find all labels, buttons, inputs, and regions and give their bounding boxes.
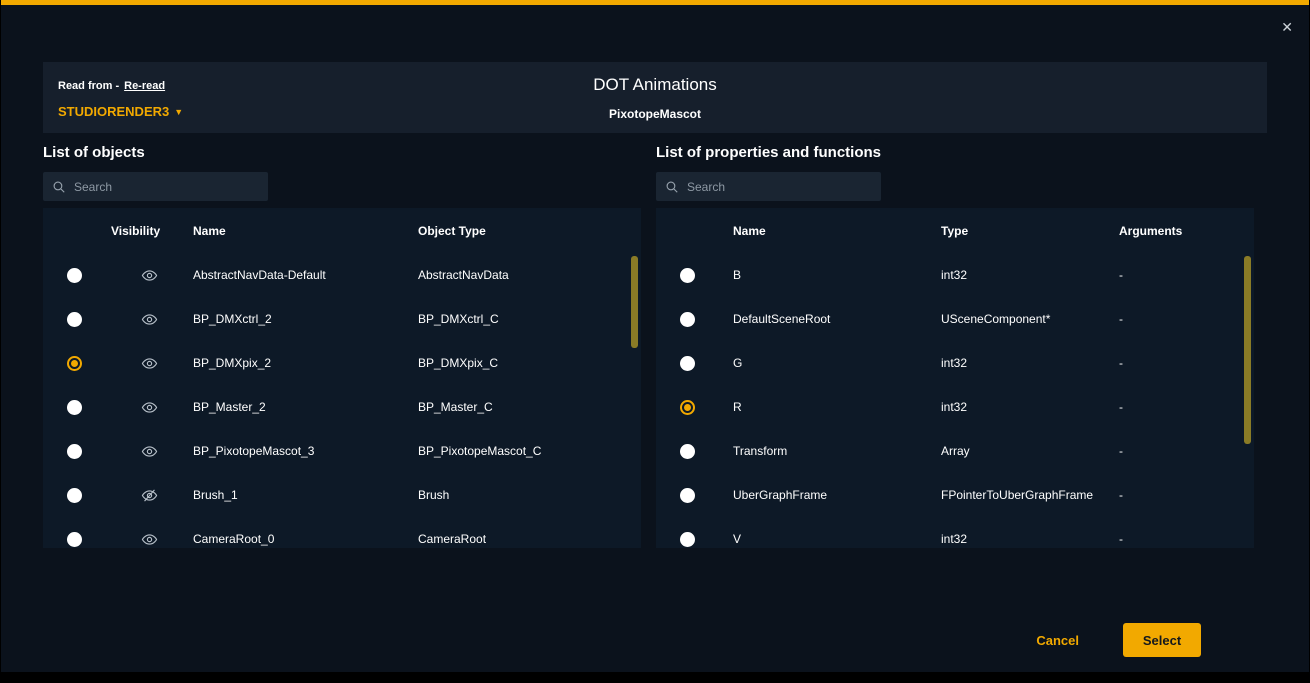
search-icon	[665, 180, 679, 194]
property-name: V	[718, 532, 926, 546]
property-name: G	[718, 356, 926, 370]
cancel-button[interactable]: Cancel	[1036, 633, 1079, 648]
object-name: BP_DMXpix_2	[193, 356, 418, 370]
object-type: CameraRoot	[418, 532, 641, 546]
property-arguments: -	[1104, 356, 1254, 370]
column-header-visibility: Visibility	[105, 224, 193, 238]
visibility-eye-icon[interactable]	[141, 399, 158, 416]
object-name: Brush_1	[193, 488, 418, 502]
dialog-footer: Cancel Select	[1, 623, 1201, 657]
table-row[interactable]: R int32 -	[656, 385, 1254, 429]
properties-search-input[interactable]	[687, 180, 872, 194]
property-arguments: -	[1104, 444, 1254, 458]
table-row[interactable]: Brush_1 Brush	[43, 473, 641, 517]
column-header-arguments: Arguments	[1104, 224, 1254, 238]
object-type: BP_DMXpix_C	[418, 356, 641, 370]
table-row[interactable]: UberGraphFrame FPointerToUberGraphFrame …	[656, 473, 1254, 517]
row-radio[interactable]	[67, 532, 82, 547]
visibility-eye-icon[interactable]	[141, 531, 158, 548]
properties-table-header: Name Type Arguments	[656, 208, 1254, 253]
objects-search-input[interactable]	[74, 180, 259, 194]
properties-panel-title: List of properties and functions	[656, 144, 881, 161]
property-type: int32	[926, 400, 1104, 414]
objects-search-box	[43, 172, 268, 201]
close-icon[interactable]: ✕	[1281, 20, 1293, 34]
object-name: BP_Master_2	[193, 400, 418, 414]
row-radio[interactable]	[67, 356, 82, 371]
property-name: UberGraphFrame	[718, 488, 926, 502]
visibility-eye-icon[interactable]	[141, 355, 158, 372]
property-name: B	[718, 268, 926, 282]
object-type: Brush	[418, 488, 641, 502]
property-arguments: -	[1104, 400, 1254, 414]
table-row[interactable]: BP_DMXctrl_2 BP_DMXctrl_C	[43, 297, 641, 341]
property-arguments: -	[1104, 488, 1254, 502]
accent-top-bar	[1, 0, 1309, 5]
property-arguments: -	[1104, 312, 1254, 326]
column-header-type: Type	[926, 224, 1104, 238]
row-radio[interactable]	[67, 400, 82, 415]
table-row[interactable]: AbstractNavData-Default AbstractNavData	[43, 253, 641, 297]
property-name: DefaultSceneRoot	[718, 312, 926, 326]
object-type: BP_Master_C	[418, 400, 641, 414]
object-name: BP_PixotopeMascot_3	[193, 444, 418, 458]
table-row[interactable]: DefaultSceneRoot USceneComponent* -	[656, 297, 1254, 341]
property-type: int32	[926, 532, 1104, 546]
property-type: FPointerToUberGraphFrame	[926, 488, 1104, 502]
row-radio[interactable]	[680, 356, 695, 371]
column-header-name: Name	[193, 224, 418, 238]
table-row[interactable]: B int32 -	[656, 253, 1254, 297]
properties-search-box	[656, 172, 881, 201]
visibility-eye-off-icon[interactable]	[141, 487, 158, 504]
row-radio[interactable]	[680, 400, 695, 415]
select-button[interactable]: Select	[1123, 623, 1201, 657]
dialog-window: ✕ Read from -Re-read STUDIORENDER3▼ DOT …	[1, 0, 1309, 672]
row-radio[interactable]	[67, 268, 82, 283]
object-type: AbstractNavData	[418, 268, 641, 282]
property-name: R	[718, 400, 926, 414]
properties-table: Name Type Arguments B int32 - DefaultSce…	[656, 208, 1254, 548]
object-type: BP_DMXctrl_C	[418, 312, 641, 326]
table-row[interactable]: CameraRoot_0 CameraRoot	[43, 517, 641, 548]
table-row[interactable]: BP_DMXpix_2 BP_DMXpix_C	[43, 341, 641, 385]
row-radio[interactable]	[680, 268, 695, 283]
row-radio[interactable]	[67, 444, 82, 459]
objects-table-header: Visibility Name Object Type	[43, 208, 641, 253]
properties-scrollbar[interactable]	[1244, 256, 1251, 444]
page-title: DOT Animations	[43, 75, 1267, 95]
table-row[interactable]: G int32 -	[656, 341, 1254, 385]
table-row[interactable]: V int32 -	[656, 517, 1254, 548]
object-type: BP_PixotopeMascot_C	[418, 444, 641, 458]
row-radio[interactable]	[680, 444, 695, 459]
column-header-object-type: Object Type	[418, 224, 641, 238]
visibility-eye-icon[interactable]	[141, 311, 158, 328]
property-type: Array	[926, 444, 1104, 458]
property-type: USceneComponent*	[926, 312, 1104, 326]
property-arguments: -	[1104, 268, 1254, 282]
table-row[interactable]: BP_PixotopeMascot_3 BP_PixotopeMascot_C	[43, 429, 641, 473]
row-radio[interactable]	[680, 488, 695, 503]
objects-table: Visibility Name Object Type AbstractNavD…	[43, 208, 641, 548]
property-arguments: -	[1104, 532, 1254, 546]
row-radio[interactable]	[680, 532, 695, 547]
visibility-eye-icon[interactable]	[141, 443, 158, 460]
visibility-eye-icon[interactable]	[141, 267, 158, 284]
object-name: AbstractNavData-Default	[193, 268, 418, 282]
table-row[interactable]: Transform Array -	[656, 429, 1254, 473]
table-row[interactable]: BP_Master_2 BP_Master_C	[43, 385, 641, 429]
object-name: BP_DMXctrl_2	[193, 312, 418, 326]
objects-panel-title: List of objects	[43, 144, 145, 161]
property-type: int32	[926, 268, 1104, 282]
row-radio[interactable]	[680, 312, 695, 327]
header-band: Read from -Re-read STUDIORENDER3▼ DOT An…	[43, 62, 1267, 133]
search-icon	[52, 180, 66, 194]
row-radio[interactable]	[67, 488, 82, 503]
property-name: Transform	[718, 444, 926, 458]
object-name: CameraRoot_0	[193, 532, 418, 546]
objects-scrollbar[interactable]	[631, 256, 638, 348]
column-header-name: Name	[718, 224, 926, 238]
row-radio[interactable]	[67, 312, 82, 327]
page-subtitle: PixotopeMascot	[43, 107, 1267, 121]
property-type: int32	[926, 356, 1104, 370]
